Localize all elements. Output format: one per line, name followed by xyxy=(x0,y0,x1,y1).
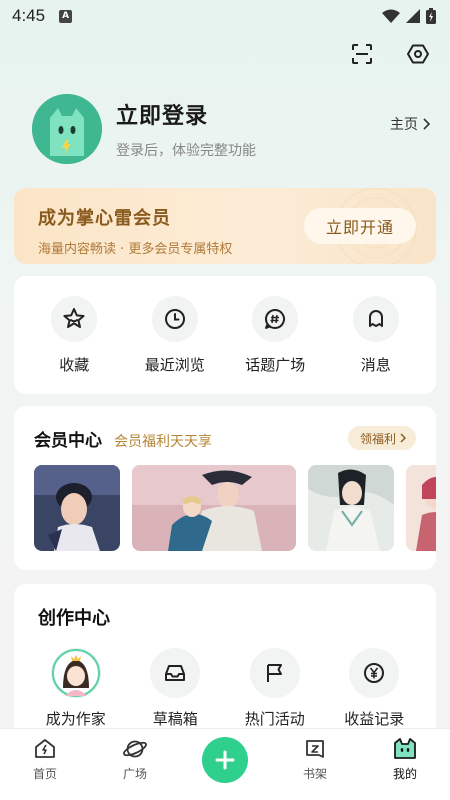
messages-label: 消息 xyxy=(360,356,391,374)
hashtag-icon xyxy=(252,296,299,342)
messages-action[interactable]: 消息 xyxy=(331,296,421,394)
yen-icon xyxy=(349,648,400,698)
notification-icon: A xyxy=(59,9,73,23)
cover-image-2[interactable] xyxy=(132,465,296,551)
tab-bookshelf[interactable]: 书架 xyxy=(270,737,360,782)
login-title[interactable]: 立即登录 xyxy=(116,98,256,130)
wifi-icon xyxy=(382,9,400,23)
bell-icon xyxy=(352,296,399,342)
login-subtitle: 登录后，体验完整功能 xyxy=(116,143,256,159)
member-center: 会员中心 会员福利天天享 领福利 xyxy=(14,406,436,570)
drafts-action[interactable]: 草稿箱 xyxy=(127,648,223,729)
vip-banner[interactable]: 成为掌心雷会员 海量内容畅读 · 更多会员专属特权 立即开通 xyxy=(14,188,436,264)
creation-center: 创作中心 成为作家 草稿箱 热门活动 收益记录 xyxy=(14,584,436,744)
inbox-icon xyxy=(150,648,201,698)
become-author-label: 成为作家 xyxy=(45,710,106,728)
battery-icon xyxy=(426,8,436,24)
tab-mine[interactable]: 我的 xyxy=(360,737,450,782)
earnings-action[interactable]: 收益记录 xyxy=(326,648,422,729)
profile-header[interactable]: 立即登录 登录后，体验完整功能 主页 xyxy=(32,94,432,164)
welfare-button-label: 领福利 xyxy=(359,431,396,446)
scan-icon[interactable] xyxy=(350,42,374,66)
vip-open-button[interactable]: 立即开通 xyxy=(304,208,416,244)
tab-bookshelf-label: 书架 xyxy=(302,767,327,781)
member-center-title: 会员中心 xyxy=(34,431,102,451)
planet-icon xyxy=(123,740,147,758)
member-covers xyxy=(34,465,436,551)
favorites-action[interactable]: 收藏 xyxy=(29,296,119,394)
tab-home-label: 首页 xyxy=(32,767,57,781)
recent-label: 最近浏览 xyxy=(144,356,205,374)
settings-icon[interactable] xyxy=(406,42,430,66)
home-lightning-icon xyxy=(35,739,55,758)
home-link-label: 主页 xyxy=(390,117,418,133)
creation-center-title: 创作中心 xyxy=(38,608,110,629)
signal-icon xyxy=(406,9,420,23)
status-time: 4:45 xyxy=(12,6,46,25)
cover-image-1[interactable] xyxy=(34,465,120,551)
welfare-button[interactable]: 领福利 xyxy=(347,426,416,450)
top-toolbar xyxy=(350,42,430,66)
chevron-right-icon xyxy=(400,433,406,443)
chevron-right-icon xyxy=(423,118,430,130)
drafts-label: 草稿箱 xyxy=(152,710,198,728)
status-bar: 4:45 A xyxy=(0,0,450,32)
author-avatar xyxy=(50,648,101,698)
bottom-tab-bar: 首页 广场 书架 我的 xyxy=(0,728,450,800)
become-author-action[interactable]: 成为作家 xyxy=(28,648,124,729)
tab-square[interactable]: 广场 xyxy=(90,737,180,782)
earnings-label: 收益记录 xyxy=(344,710,405,728)
quick-actions: 收藏 最近浏览 话题广场 消息 xyxy=(14,276,436,394)
plus-icon xyxy=(202,737,248,783)
member-center-subtitle: 会员福利天天享 xyxy=(114,434,212,450)
flag-icon xyxy=(249,648,300,698)
tab-create[interactable] xyxy=(180,737,270,783)
events-action[interactable]: 热门活动 xyxy=(227,648,323,729)
star-icon xyxy=(51,296,98,342)
topics-label: 话题广场 xyxy=(245,356,306,374)
avatar[interactable] xyxy=(32,94,102,164)
tab-square-label: 广场 xyxy=(122,767,147,781)
cover-image-3[interactable] xyxy=(308,465,394,551)
topics-action[interactable]: 话题广场 xyxy=(230,296,320,394)
recent-action[interactable]: 最近浏览 xyxy=(130,296,220,394)
tab-mine-label: 我的 xyxy=(392,767,417,781)
cover-image-4[interactable] xyxy=(406,465,436,551)
favorites-label: 收藏 xyxy=(59,356,90,374)
events-label: 热门活动 xyxy=(244,710,305,728)
bookshelf-icon xyxy=(306,740,324,758)
home-link[interactable]: 主页 xyxy=(390,114,430,134)
clock-icon xyxy=(151,296,198,342)
cat-face-icon xyxy=(394,738,416,759)
tab-home[interactable]: 首页 xyxy=(0,737,90,782)
